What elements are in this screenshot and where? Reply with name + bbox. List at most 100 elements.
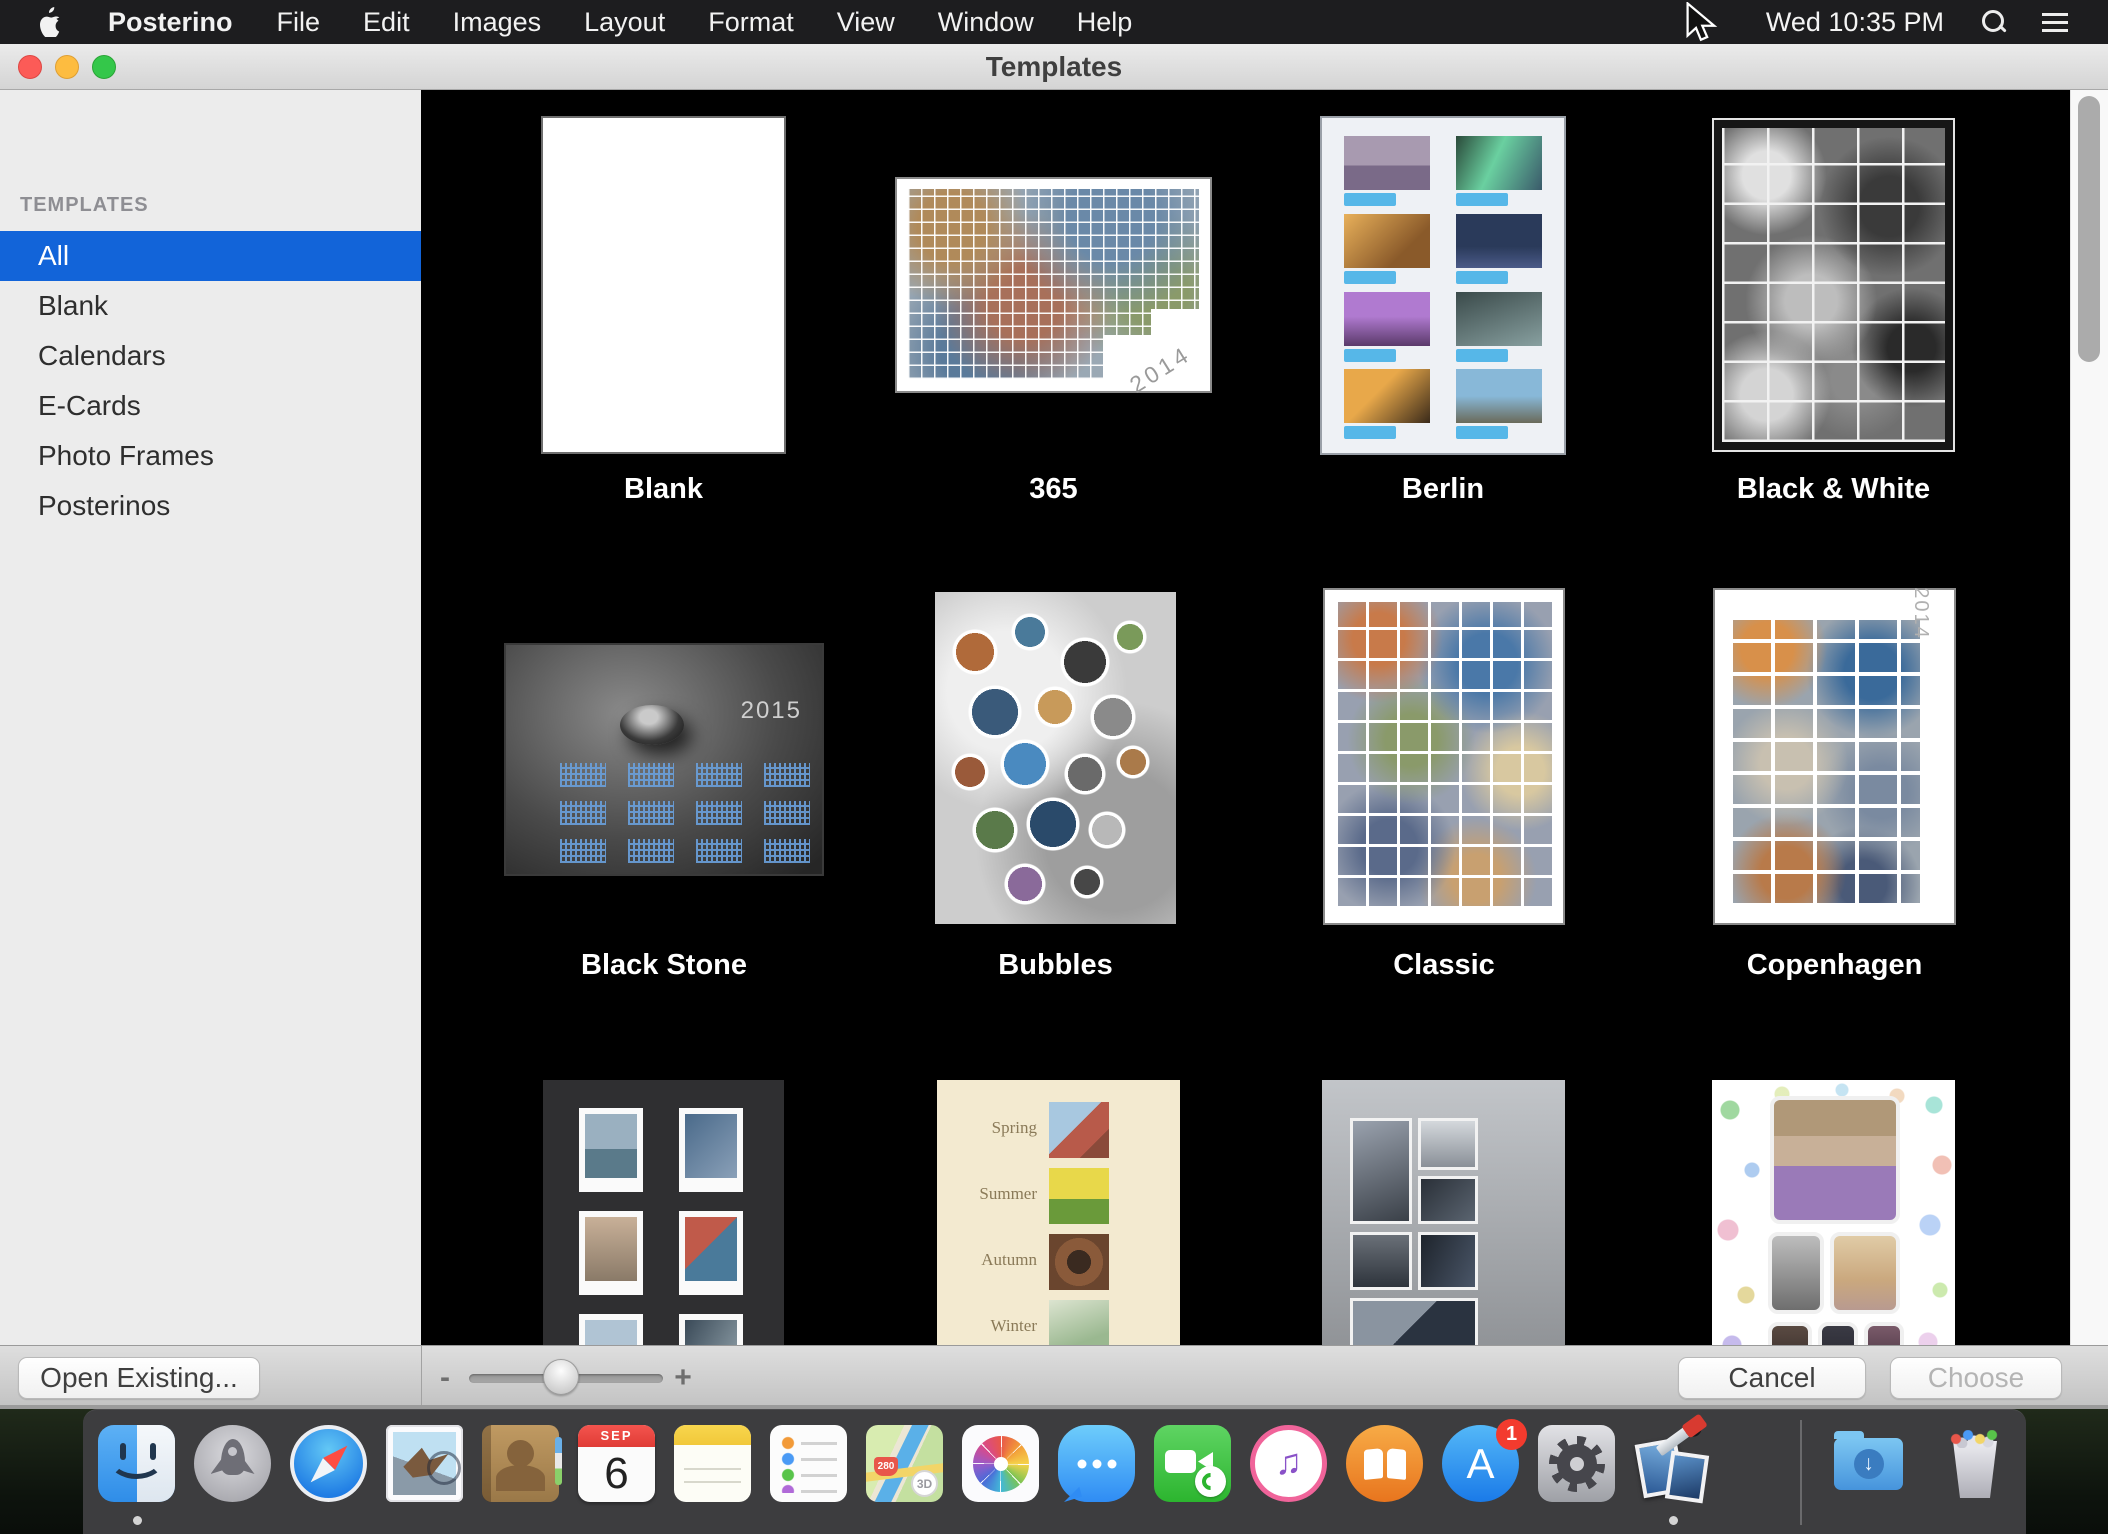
window-title-bar[interactable]: Templates	[0, 44, 2108, 90]
template-card-blank[interactable]	[543, 118, 784, 452]
season-label-summer: Summer	[937, 1184, 1037, 1204]
template-label-365: 365	[897, 472, 1210, 506]
dock-item-trash[interactable]	[1936, 1425, 2013, 1502]
dock-item-ibooks[interactable]	[1346, 1425, 1423, 1502]
dock-item-mail[interactable]	[386, 1425, 463, 1502]
season-label-autumn: Autumn	[937, 1250, 1037, 1270]
dock-item-facetime[interactable]	[1154, 1425, 1231, 1502]
template-card-black-and-white[interactable]	[1712, 118, 1955, 452]
choose-button[interactable]: Choose	[1890, 1357, 2062, 1399]
downloads-folder-icon: ↓	[1830, 1425, 1907, 1502]
menu-help[interactable]: Help	[1077, 7, 1133, 38]
apple-menu-icon[interactable]	[36, 7, 62, 37]
template-card-row3-3[interactable]	[1322, 1080, 1565, 1345]
template-card-classic[interactable]	[1325, 590, 1563, 923]
menu-window[interactable]: Window	[938, 7, 1034, 38]
zoom-in-glyph: +	[668, 1356, 698, 1400]
menu-clock[interactable]: Wed 10:35 PM	[1766, 7, 1944, 38]
dock-item-posterino[interactable]	[1634, 1425, 1711, 1502]
template-card-black-stone[interactable]: 2015	[506, 645, 822, 874]
photo-mosaic-thumbnail	[1729, 620, 1920, 907]
template-label-bubbles: Bubbles	[935, 948, 1176, 982]
notification-badge: 1	[1496, 1419, 1527, 1450]
dock-item-contacts[interactable]	[482, 1425, 559, 1502]
dock-item-itunes[interactable]: ♫	[1250, 1425, 1327, 1502]
template-label-black-stone: Black Stone	[506, 948, 822, 982]
menu-format[interactable]: Format	[708, 7, 794, 38]
photo-mosaic-thumbnail	[908, 189, 1199, 379]
facetime-icon	[1154, 1425, 1231, 1502]
sidebar-item-blank[interactable]: Blank	[0, 281, 421, 331]
template-card-copenhagen[interactable]: 2014	[1715, 590, 1954, 923]
window-title: Templates	[0, 44, 2108, 90]
template-card-bubbles[interactable]	[935, 592, 1176, 924]
stone-photo	[620, 705, 684, 745]
menu-edit[interactable]: Edit	[363, 7, 410, 38]
maps-road-badge: 280	[874, 1457, 898, 1476]
menu-file[interactable]: File	[277, 7, 321, 38]
screen: Posterino File Edit Images Layout Format…	[0, 0, 2108, 1534]
photos-icon	[962, 1425, 1039, 1502]
dock-item-system-preferences[interactable]	[1538, 1425, 1615, 1502]
template-card-row3-4[interactable]	[1712, 1080, 1955, 1345]
menu-layout[interactable]: Layout	[584, 7, 665, 38]
spotlight-search-icon[interactable]	[1980, 9, 2006, 35]
dock-item-calendar[interactable]: SEP 6	[578, 1425, 655, 1502]
dock-item-notes[interactable]	[674, 1425, 751, 1502]
menu-view[interactable]: View	[837, 7, 895, 38]
sidebar-header: TEMPLATES	[20, 194, 149, 217]
dock-item-maps[interactable]: 280 3D	[866, 1425, 943, 1502]
menu-items: File Edit Images Layout Format View Wind…	[277, 7, 1133, 38]
sidebar-item-calendars[interactable]: Calendars	[0, 331, 421, 381]
template-card-row3-1[interactable]	[543, 1080, 784, 1345]
scrollbar-thumb[interactable]	[2078, 96, 2100, 362]
sidebar-item-ecards[interactable]: E-Cards	[0, 381, 421, 431]
app-menu-posterino[interactable]: Posterino	[108, 7, 233, 38]
dock-item-photos[interactable]	[962, 1425, 1039, 1502]
bottom-toolbar: Open Existing... - + Cancel Choose	[0, 1345, 2108, 1409]
system-preferences-icon	[1538, 1425, 1615, 1502]
template-label-blank: Blank	[543, 472, 784, 506]
year-caption: 2015	[741, 697, 802, 725]
template-card-365[interactable]: 2014	[897, 179, 1210, 391]
notification-center-icon[interactable]	[2042, 12, 2068, 32]
maps-3d-badge: 3D	[911, 1470, 938, 1497]
sidebar-item-posterinos[interactable]: Posterinos	[0, 481, 421, 531]
mouse-cursor	[1682, 2, 1724, 44]
safari-icon	[290, 1425, 367, 1502]
dock-item-app-store[interactable]: A 1	[1442, 1425, 1519, 1502]
photo-mosaic-thumbnail	[1335, 602, 1553, 909]
toolbar-divider	[421, 1346, 422, 1406]
open-existing-button[interactable]: Open Existing...	[18, 1357, 260, 1399]
template-label-black-and-white: Black & White	[1712, 472, 1955, 506]
dock-separator	[1800, 1420, 1802, 1525]
menu-images[interactable]: Images	[453, 7, 542, 38]
dock-item-launchpad[interactable]	[194, 1425, 271, 1502]
zoom-out-glyph: -	[430, 1356, 460, 1400]
ibooks-icon	[1346, 1425, 1423, 1502]
zoom-slider-knob[interactable]	[543, 1359, 579, 1395]
sidebar-item-photo-frames[interactable]: Photo Frames	[0, 431, 421, 481]
dock-item-safari[interactable]	[290, 1425, 367, 1502]
launchpad-icon	[194, 1425, 271, 1502]
running-indicator	[1669, 1516, 1678, 1525]
sidebar-item-all[interactable]: All	[0, 231, 421, 281]
template-grid: Blank 2014 365 Berlin Black & White	[421, 90, 2108, 1345]
dock-item-reminders[interactable]	[770, 1425, 847, 1502]
calendar-grid-row	[560, 839, 810, 863]
messages-icon	[1058, 1425, 1135, 1502]
sidebar: TEMPLATES All Blank Calendars E-Cards Ph…	[0, 90, 421, 1345]
desktop-wallpaper-strip: SEP 6 280 3D	[0, 1409, 2108, 1534]
template-card-berlin[interactable]	[1322, 118, 1564, 453]
dock-item-downloads[interactable]: ↓	[1830, 1425, 1907, 1502]
calendar-grid-row	[560, 801, 810, 825]
dock-item-finder[interactable]	[98, 1425, 175, 1502]
mail-icon	[386, 1425, 463, 1502]
season-label-spring: Spring	[937, 1118, 1037, 1138]
dock-item-messages[interactable]	[1058, 1425, 1135, 1502]
trash-icon	[1936, 1425, 2013, 1502]
bw-photo-grid-thumbnail	[1722, 128, 1945, 442]
cancel-button[interactable]: Cancel	[1678, 1357, 1866, 1399]
scrollbar-track[interactable]	[2070, 90, 2108, 1345]
template-card-row3-2[interactable]: Spring Summer Autumn Winter	[937, 1080, 1180, 1345]
